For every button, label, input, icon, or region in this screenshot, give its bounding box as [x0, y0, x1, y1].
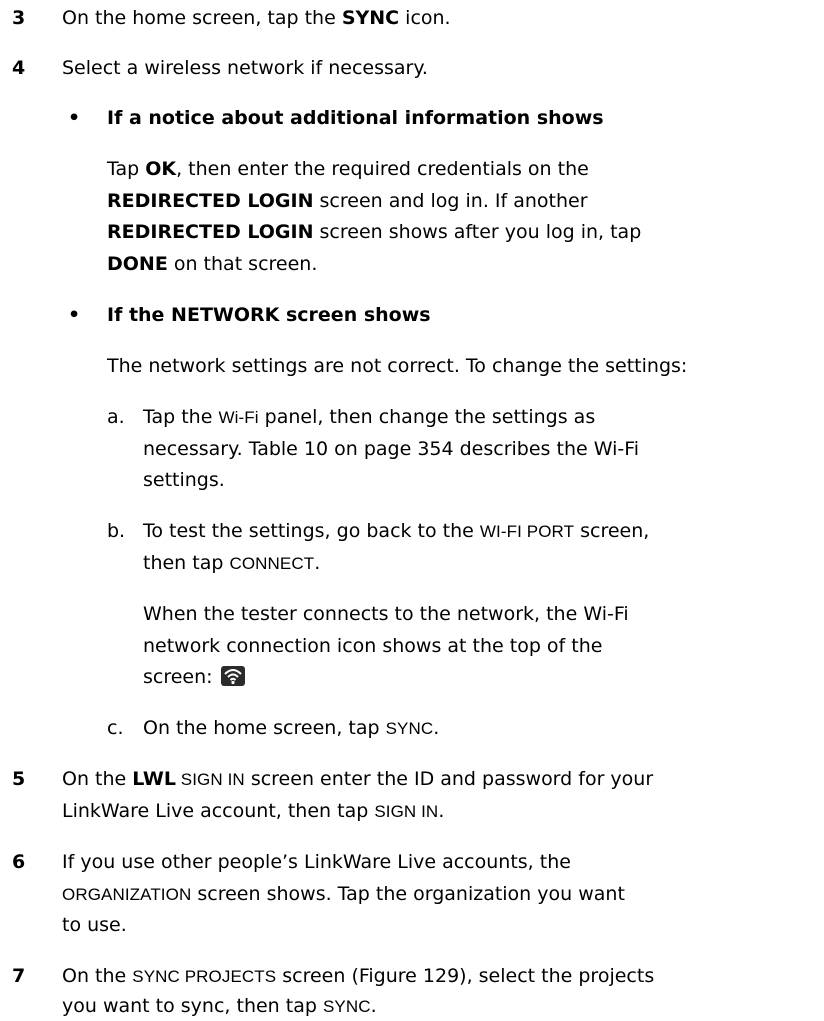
bullet-mark: •	[68, 107, 81, 129]
bullet-mark: •	[68, 304, 81, 326]
substep-mark: b.	[107, 520, 126, 542]
step-number: 4	[12, 57, 26, 79]
substep-mark: c.	[107, 717, 124, 739]
step-number: 6	[12, 851, 26, 873]
manual-page: 3 On the home screen, tap the SYNC icon.…	[0, 0, 824, 1017]
step-number: 7	[12, 965, 26, 987]
step-number: 5	[12, 768, 26, 790]
bullet-heading: If a notice about additional information…	[107, 107, 604, 129]
step-number: 3	[12, 7, 26, 29]
step-text: On the home screen, tap the SYNC icon.	[62, 7, 451, 29]
step-text: Select a wireless network if necessary.	[62, 57, 428, 79]
wifi-connection-icon	[220, 666, 245, 686]
bullet-heading: If the NETWORK screen shows	[107, 304, 431, 326]
substep-mark: a.	[107, 406, 125, 428]
